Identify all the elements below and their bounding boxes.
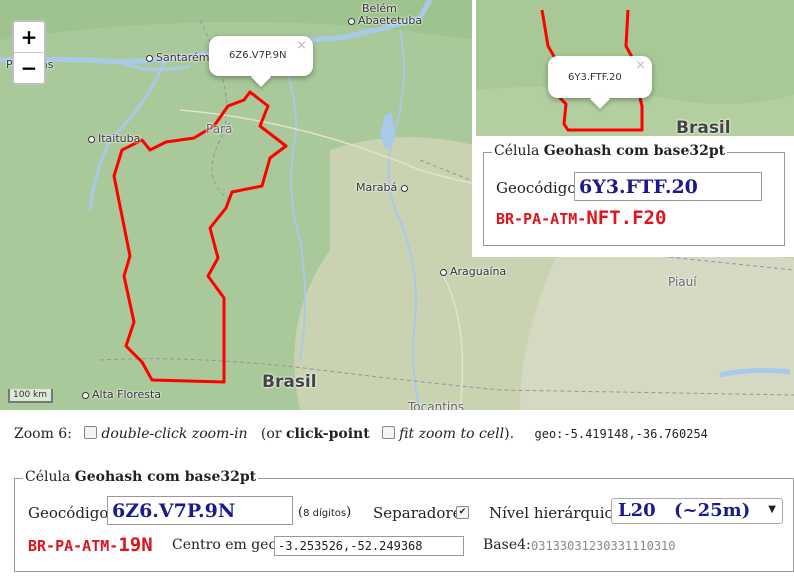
inset-brasil: Brasil [676, 118, 731, 136]
place-itaituba: Itaituba [88, 132, 140, 145]
cell-popup: × 6Z6.V7P.9N [209, 36, 313, 87]
separators-label: Separadores [373, 504, 470, 522]
geocode-input[interactable]: 6Z6.V7P.9N [107, 496, 293, 525]
separators-checkbox[interactable]: ✔ [456, 506, 469, 519]
cell-code: BR-PA-ATM-19N [28, 534, 153, 556]
fit-zoom-label: fit zoom to cell [399, 426, 505, 442]
inset-cell-legend: Célula Geohash com base32pt [492, 143, 728, 159]
level-value: L20 [618, 500, 656, 521]
inset-popup: × 6Y3.FTF.20 [548, 56, 652, 109]
inset-panel: Brasil × 6Y3.FTF.20 Célula Geohash com b… [472, 0, 794, 257]
place-abaetetuba: Abaetetuba [348, 14, 422, 27]
dblclick-zoom-checkbox[interactable] [84, 426, 98, 439]
level-label: Nível hierárquico: [489, 504, 628, 522]
popup-text: 6Z6.V7P.9N [229, 50, 287, 61]
geo-readout: geo:-5.419148,-36.760254 [534, 427, 708, 441]
cell-fieldset: Célula Geohash com base32pt Geocódigo: 6… [14, 469, 794, 572]
zoom-label: Zoom 6: [14, 426, 72, 442]
place-para: Pará [206, 122, 233, 136]
zoom-in-button[interactable]: + [14, 22, 44, 52]
chevron-down-icon: ▼ [768, 504, 776, 515]
place-maraba: Marabá [356, 181, 411, 194]
zoom-out-button[interactable]: − [14, 52, 44, 83]
level-size: (~25m) [674, 500, 751, 521]
inset-geocode-label: Geocódigo: [496, 179, 582, 197]
place-araguaina: Araguaína [440, 265, 506, 278]
inset-cell-fieldset: Célula Geohash com base32pt Geocódigo: 6… [483, 143, 785, 246]
base4-label: Base4: [483, 537, 531, 553]
place-santarem: Santarém [146, 51, 210, 64]
inset-geocode-input[interactable]: 6Y3.FTF.20 [574, 172, 762, 201]
place-tocantins: Tocantins [408, 400, 465, 410]
place-brasil: Brasil [262, 372, 317, 392]
scale-bar: 100 km [8, 389, 53, 403]
place-piaui: Piauí [668, 275, 697, 289]
dblclick-zoom-label: double-click zoom-in [101, 426, 248, 442]
fit-zoom-checkbox[interactable] [382, 426, 396, 439]
zoom-row: Zoom 6: double-click zoom-in (or click-p… [14, 426, 708, 442]
inset-map[interactable]: Brasil × 6Y3.FTF.20 [476, 0, 794, 136]
or-text: (or [260, 426, 286, 442]
level-select[interactable]: L20 (~25m) ▼ [611, 498, 783, 524]
digits-note: (8 dígitos) [298, 505, 352, 520]
geocode-label: Geocódigo: [28, 504, 114, 522]
cell-legend: Célula Geohash com base32pt [23, 469, 259, 485]
center-input[interactable]: -3.253526,-52.249368 [274, 536, 464, 556]
inset-popup-text: 6Y3.FTF.20 [568, 72, 622, 83]
center-label: Centro em geo: [172, 537, 282, 553]
base4-value: 03133031230331110310 [531, 539, 676, 553]
place-alta-floresta: Alta Floresta [82, 388, 161, 401]
inset-code: BR-PA-ATM-NFT.F20 [496, 207, 667, 229]
zoom-control: + − [12, 20, 46, 85]
click-point-label: click-point [285, 426, 370, 442]
